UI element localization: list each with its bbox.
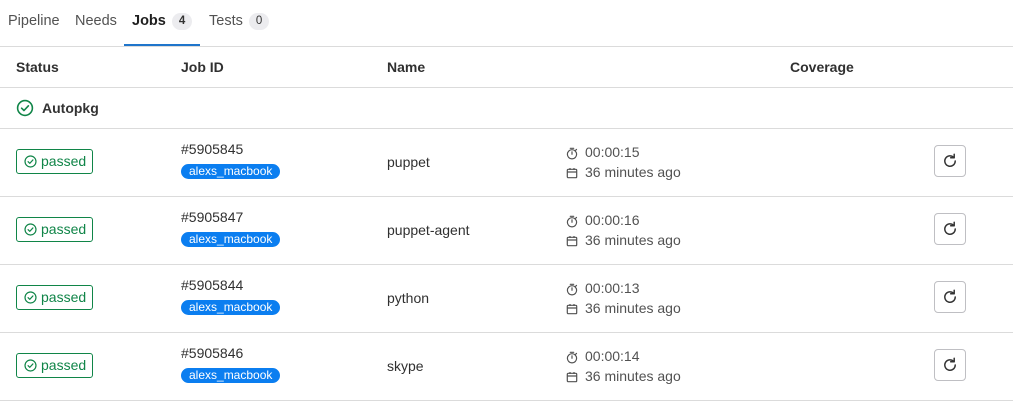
status-label: passed <box>41 357 87 373</box>
tab-jobs[interactable]: Jobs 4 <box>124 0 201 46</box>
timer-icon <box>566 215 578 228</box>
tab-tests-label: Tests <box>209 13 243 29</box>
finished-value: 36 minutes ago <box>585 232 681 248</box>
runner-tag: alexs_macbook <box>181 232 281 247</box>
stage-row: Autopkg <box>0 88 1013 129</box>
job-name[interactable]: python <box>387 265 429 331</box>
job-name[interactable]: skype <box>387 333 424 399</box>
calendar-icon <box>566 304 578 315</box>
calendar-icon <box>566 168 578 179</box>
retry-icon <box>944 153 956 167</box>
status-label: passed <box>41 289 87 305</box>
tab-jobs-count: 4 <box>171 13 193 30</box>
header-job-id: Job ID <box>181 59 224 75</box>
tab-pipeline-label: Pipeline <box>8 13 60 29</box>
calendar-icon <box>566 372 578 383</box>
jobs-table-header: Status Job ID Name Coverage <box>0 47 1013 88</box>
tab-needs[interactable]: Needs <box>75 0 117 44</box>
table-row: passed #5905847 alexs_macbook puppet-age… <box>0 197 1013 265</box>
table-row: passed #5905844 alexs_macbook python 00:… <box>0 265 1013 333</box>
timer-icon <box>566 147 578 160</box>
check-circle-icon <box>24 223 37 236</box>
calendar-icon <box>566 236 578 247</box>
job-name[interactable]: puppet <box>387 129 430 195</box>
job-name[interactable]: puppet-agent <box>387 197 470 263</box>
retry-button[interactable] <box>934 349 966 381</box>
runner-tag: alexs_macbook <box>181 368 281 383</box>
status-badge[interactable]: passed <box>16 285 93 310</box>
retry-button[interactable] <box>934 281 966 313</box>
tab-tests[interactable]: Tests 0 <box>209 0 270 44</box>
timer-icon <box>566 351 578 364</box>
status-label: passed <box>41 153 87 169</box>
check-circle-icon <box>24 291 37 304</box>
finished-value: 36 minutes ago <box>585 164 681 180</box>
job-id-link[interactable]: #5905846 <box>181 345 243 361</box>
status-success-icon <box>16 99 34 117</box>
retry-icon <box>944 357 956 371</box>
check-circle-icon <box>24 359 37 372</box>
status-label: passed <box>41 221 87 237</box>
runner-tag: alexs_macbook <box>181 164 281 179</box>
status-badge[interactable]: passed <box>16 217 93 242</box>
status-badge[interactable]: passed <box>16 149 93 174</box>
job-id-link[interactable]: #5905845 <box>181 141 243 157</box>
retry-icon <box>944 221 956 235</box>
status-badge[interactable]: passed <box>16 353 93 378</box>
retry-icon <box>944 289 956 303</box>
tab-needs-label: Needs <box>75 13 117 29</box>
duration-value: 00:00:13 <box>585 280 640 296</box>
runner-tag: alexs_macbook <box>181 300 281 315</box>
table-row: passed #5905845 alexs_macbook puppet 00:… <box>0 129 1013 197</box>
job-id-link[interactable]: #5905847 <box>181 209 243 225</box>
retry-button[interactable] <box>934 213 966 245</box>
finished-value: 36 minutes ago <box>585 300 681 316</box>
duration-value: 00:00:16 <box>585 212 640 228</box>
header-coverage: Coverage <box>790 59 854 75</box>
finished-value: 36 minutes ago <box>585 368 681 384</box>
check-circle-icon <box>24 155 37 168</box>
timer-icon <box>566 283 578 296</box>
retry-button[interactable] <box>934 145 966 177</box>
table-row: passed #5905846 alexs_macbook skype 00:0… <box>0 333 1013 401</box>
duration-value: 00:00:15 <box>585 144 640 160</box>
header-status: Status <box>16 59 59 75</box>
tab-pipeline[interactable]: Pipeline <box>8 0 60 44</box>
pipeline-tabs: Pipeline Needs Jobs 4 Tests 0 <box>0 0 1013 47</box>
tab-tests-count: 0 <box>248 13 270 30</box>
duration-value: 00:00:14 <box>585 348 640 364</box>
job-id-link[interactable]: #5905844 <box>181 277 243 293</box>
tab-jobs-label: Jobs <box>132 13 166 29</box>
stage-name: Autopkg <box>42 100 99 116</box>
header-name: Name <box>387 59 426 75</box>
